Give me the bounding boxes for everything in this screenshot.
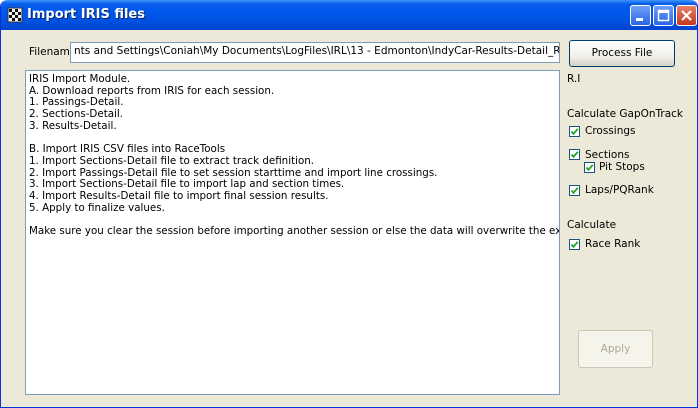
checkmark-icon [570, 128, 579, 136]
filename-field[interactable]: nts and Settings\Coniah\My Documents\Log… [70, 42, 560, 63]
minimize-icon [636, 18, 643, 21]
info-text-line: 2. Sections-Detail. [29, 108, 124, 121]
race-rank-label[interactable]: Race Rank [585, 238, 640, 250]
checkmark-icon [585, 164, 594, 172]
checkmark-icon [570, 151, 579, 159]
minimize-button[interactable] [630, 5, 651, 26]
apply-button[interactable]: Apply [578, 330, 653, 368]
laps-pqrank-checkbox[interactable] [569, 185, 580, 196]
title-bar[interactable]: Import IRIS files [1, 0, 697, 30]
info-text-line: 4. Import Results-Detail file to import … [29, 189, 329, 202]
process-file-button[interactable]: Process File [569, 40, 675, 67]
race-rank-checkbox[interactable] [569, 239, 580, 250]
info-text-line: Make sure you clear the session before i… [29, 224, 560, 237]
info-text-line: 1. Import Sections-Detail file to extrac… [29, 154, 315, 167]
checkmark-icon [570, 241, 579, 249]
info-textarea[interactable]: IRIS Import Module. A. Download reports f… [25, 70, 560, 395]
maximize-icon [657, 9, 670, 22]
calculate-heading: Calculate [567, 219, 617, 231]
sections-label[interactable]: Sections [585, 149, 629, 161]
window-title: Import IRIS files [27, 7, 145, 22]
maximize-button[interactable] [653, 5, 674, 26]
session-code-label: R.I [567, 73, 581, 85]
pit-stops-label[interactable]: Pit Stops [599, 161, 645, 173]
close-button[interactable] [676, 5, 697, 26]
crossings-checkbox[interactable] [569, 126, 580, 137]
close-icon [681, 10, 692, 21]
import-iris-window: Import IRIS files Filename nts and Setti… [0, 0, 698, 408]
filename-value: nts and Settings\Coniah\My Documents\Log… [74, 45, 560, 57]
checkmark-icon [570, 187, 579, 195]
app-icon [7, 7, 23, 23]
gap-on-track-heading: Calculate GapOnTrack [567, 108, 684, 120]
info-text-line: 5. Apply to finalize values. [29, 201, 165, 214]
laps-pqrank-label[interactable]: Laps/PQRank [585, 184, 654, 196]
crossings-label[interactable]: Crossings [585, 125, 636, 137]
sections-checkbox[interactable] [569, 149, 580, 160]
pit-stops-checkbox[interactable] [584, 162, 595, 173]
info-text-line: IRIS Import Module. [29, 73, 131, 85]
info-text-line: 3. Results-Detail. [29, 119, 117, 132]
